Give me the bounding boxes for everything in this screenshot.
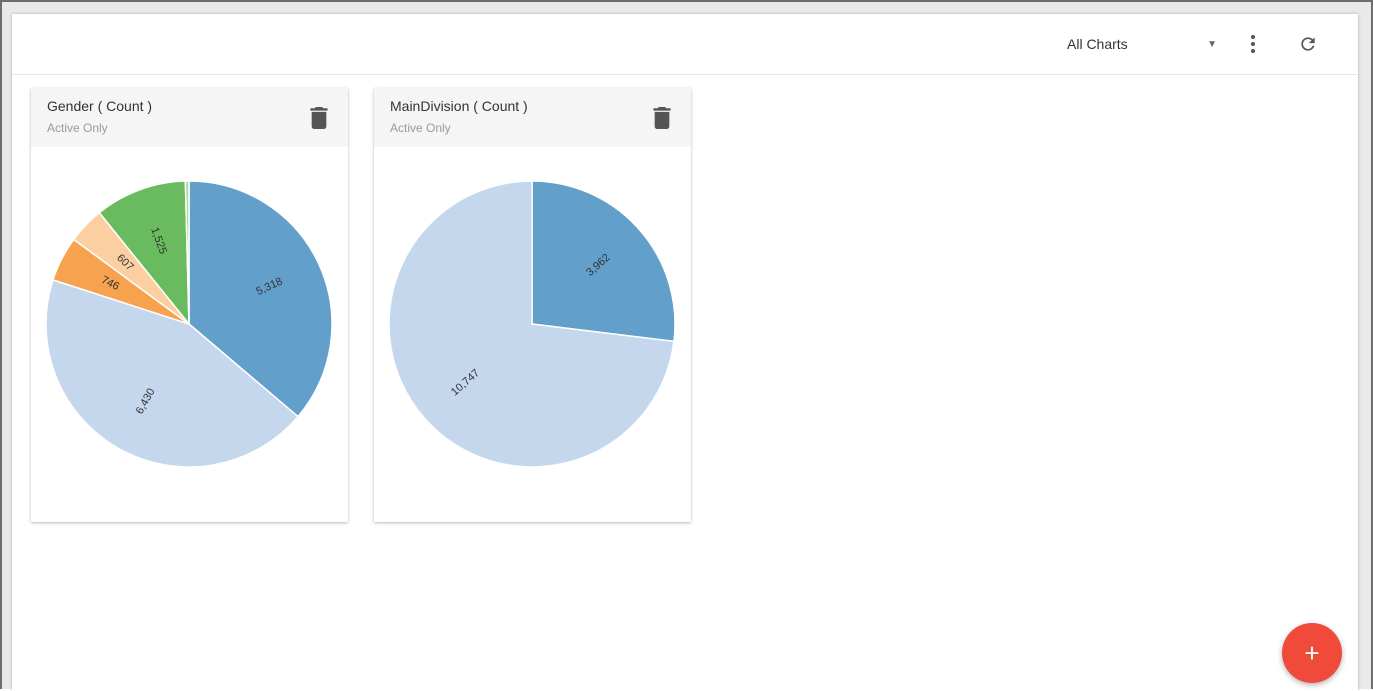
- chart-filter-value: All Charts: [1067, 36, 1128, 52]
- dashboard: All Charts ▼ Gender ( Count ) Active Onl…: [12, 14, 1358, 691]
- add-chart-button[interactable]: +: [1282, 623, 1342, 683]
- more-vert-icon: [1251, 35, 1255, 53]
- card-subtitle: Active Only: [390, 121, 451, 135]
- maindivision-pie-chart: 3,96210,747: [388, 180, 676, 468]
- card-header: MainDivision ( Count ) Active Only: [374, 88, 691, 147]
- gender-pie-chart: 5,3186,4307466071,525: [45, 180, 333, 468]
- chart-filter-select[interactable]: All Charts ▼: [1067, 32, 1219, 56]
- more-options-button[interactable]: [1239, 30, 1267, 58]
- card-header: Gender ( Count ) Active Only: [31, 88, 348, 147]
- plus-icon: +: [1304, 637, 1320, 668]
- chart-card-maindivision: MainDivision ( Count ) Active Only 3,962…: [374, 88, 691, 522]
- window-frame: All Charts ▼ Gender ( Count ) Active Onl…: [0, 0, 1373, 691]
- chart-card-gender: Gender ( Count ) Active Only 5,318 6,430 7…: [31, 88, 348, 522]
- toolbar: All Charts ▼: [12, 14, 1358, 75]
- card-subtitle: Active Only: [47, 121, 108, 135]
- chevron-down-icon: ▼: [1207, 38, 1217, 50]
- refresh-button[interactable]: [1294, 30, 1322, 58]
- delete-icon[interactable]: [310, 107, 328, 129]
- refresh-icon: [1301, 37, 1315, 51]
- card-title: Gender ( Count ): [47, 98, 153, 114]
- delete-icon[interactable]: [653, 107, 671, 129]
- card-title: MainDivision ( Count ): [390, 98, 528, 114]
